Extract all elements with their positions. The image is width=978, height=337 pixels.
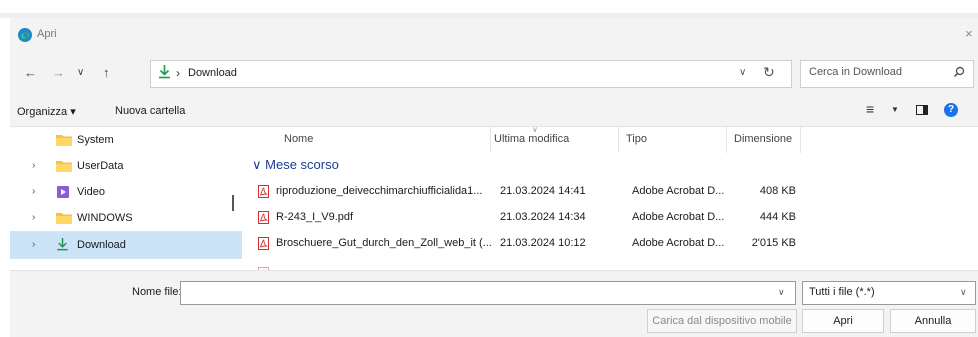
background-strip <box>0 0 978 18</box>
video-folder-icon <box>57 186 69 198</box>
file-list[interactable]: ∨ Nome Ultima modifica Tipo Dimensione ∨… <box>242 127 978 270</box>
file-size: 2'015 KB <box>751 237 796 249</box>
help-icon[interactable]: ? <box>944 103 958 117</box>
view-options-icon[interactable]: ≡ <box>866 101 874 117</box>
file-size: 408 KB <box>759 185 796 197</box>
download-icon <box>159 65 170 79</box>
command-bar: Organizza ▾ Nuova cartella ≡ ▼ ? <box>10 96 978 127</box>
file-modified: 21.03.2024 14:34 <box>500 211 586 223</box>
search-input[interactable] <box>807 65 941 79</box>
nav-item-label: System <box>77 134 114 146</box>
filename-label: Nome file: <box>132 286 182 298</box>
pane-splitter-handle[interactable] <box>232 195 234 211</box>
recent-locations-icon[interactable]: ∨ <box>77 67 84 78</box>
file-row[interactable]: Broschuere_Gut_durch_den_Zoll_web_it (..… <box>242 231 802 257</box>
breadcrumb-separator: › <box>176 66 180 80</box>
navigation-pane[interactable]: System › UserData › Video › WINDOWS › Do… <box>10 127 242 270</box>
back-arrow-icon[interactable]: ← <box>24 65 37 80</box>
chevron-down-icon[interactable]: ∨ <box>252 157 262 172</box>
nav-item-system[interactable]: System <box>10 127 242 153</box>
address-bar[interactable]: › Download ∨ ↻ <box>150 60 792 88</box>
search-box[interactable] <box>800 60 974 88</box>
file-row-partial[interactable] <box>242 261 802 270</box>
column-header-type[interactable]: Tipo <box>626 133 647 145</box>
group-label: Mese scorso <box>265 157 339 172</box>
nav-item-windows[interactable]: › WINDOWS <box>10 205 242 231</box>
column-divider[interactable] <box>800 127 801 153</box>
chevron-down-icon[interactable]: ∨ <box>739 67 746 78</box>
nav-item-label: UserData <box>77 160 124 172</box>
folder-icon <box>56 161 72 172</box>
cancel-button[interactable]: Annulla <box>890 309 976 333</box>
pdf-file-icon <box>258 237 269 250</box>
search-icon[interactable] <box>953 66 965 78</box>
bottom-bar: Nome file: ∨ Tutti i file (*.*) ∨ Carica… <box>10 270 978 337</box>
breadcrumb[interactable]: Download <box>188 67 237 79</box>
filename-input[interactable] <box>185 285 769 299</box>
file-row[interactable]: riproduzione_deivecchimarchiufficialida1… <box>242 179 802 205</box>
chevron-down-icon[interactable]: ∨ <box>960 287 967 298</box>
refresh-icon[interactable]: ↻ <box>763 64 775 81</box>
pdf-file-icon <box>258 185 269 198</box>
address-row: ← → ∨ ↑ › Download ∨ ↻ <box>10 52 978 96</box>
nav-item-download[interactable]: › Download <box>10 231 242 259</box>
chevron-right-icon[interactable]: › <box>32 186 35 197</box>
chevron-down-icon[interactable]: ∨ <box>778 287 785 298</box>
file-size: 444 KB <box>759 211 796 223</box>
column-header-name[interactable]: Nome <box>284 133 313 145</box>
view-options-caret-icon[interactable]: ▼ <box>891 105 899 114</box>
file-modified: 21.03.2024 10:12 <box>500 237 586 249</box>
folder-icon <box>56 135 72 146</box>
file-type-filter-value: Tutti i file (*.*) <box>809 286 875 298</box>
column-divider[interactable] <box>726 127 727 153</box>
chevron-right-icon[interactable]: › <box>32 239 35 250</box>
download-icon <box>57 237 68 251</box>
folder-icon <box>56 213 72 224</box>
window-title: Apri <box>37 28 57 40</box>
upload-from-mobile-button[interactable]: Carica dal dispositivo mobile <box>647 309 797 333</box>
file-type: Adobe Acrobat D... <box>632 185 725 197</box>
open-file-dialog: Apri × ← → ∨ ↑ › Download ∨ ↻ Organizza <box>10 18 978 337</box>
file-type-filter-select[interactable]: Tutti i file (*.*) ∨ <box>802 281 976 305</box>
title-bar: Apri × <box>10 18 978 52</box>
file-name: R-243_I_V9.pdf <box>276 211 354 223</box>
forward-arrow-icon[interactable]: → <box>52 65 65 80</box>
nav-item-label: Download <box>77 239 126 251</box>
column-divider[interactable] <box>490 127 491 153</box>
file-modified: 21.03.2024 14:41 <box>500 185 586 197</box>
open-button[interactable]: Apri <box>802 309 884 333</box>
nav-item-video[interactable]: › Video <box>10 179 242 205</box>
group-header[interactable]: ∨ Mese scorso <box>252 157 339 173</box>
nav-item-userdata[interactable]: › UserData <box>10 153 242 179</box>
preview-pane-icon[interactable] <box>916 105 928 115</box>
filename-combobox[interactable]: ∨ <box>180 281 796 305</box>
nav-item-label: WINDOWS <box>77 212 133 224</box>
file-name: Broschuere_Gut_durch_den_Zoll_web_it (..… <box>276 237 492 249</box>
file-type: Adobe Acrobat D... <box>632 211 725 223</box>
close-icon[interactable]: × <box>965 26 973 41</box>
chevron-right-icon[interactable]: › <box>32 160 35 171</box>
column-header-size[interactable]: Dimensione <box>734 133 792 145</box>
file-name: riproduzione_deivecchimarchiufficialida1… <box>276 185 483 197</box>
organize-menu-button[interactable]: Organizza ▾ <box>17 105 76 118</box>
nav-item-label: Video <box>77 186 105 198</box>
chevron-right-icon[interactable]: › <box>32 212 35 223</box>
column-divider[interactable] <box>618 127 619 153</box>
edge-logo-icon <box>18 28 32 42</box>
column-header-modified[interactable]: Ultima modifica <box>494 133 569 145</box>
file-row[interactable]: R-243_I_V9.pdf 21.03.2024 14:34 Adobe Ac… <box>242 205 802 231</box>
file-type: Adobe Acrobat D... <box>632 237 725 249</box>
new-folder-button[interactable]: Nuova cartella <box>115 105 185 117</box>
pdf-file-icon <box>258 211 269 224</box>
up-arrow-icon[interactable]: ↑ <box>103 65 110 80</box>
